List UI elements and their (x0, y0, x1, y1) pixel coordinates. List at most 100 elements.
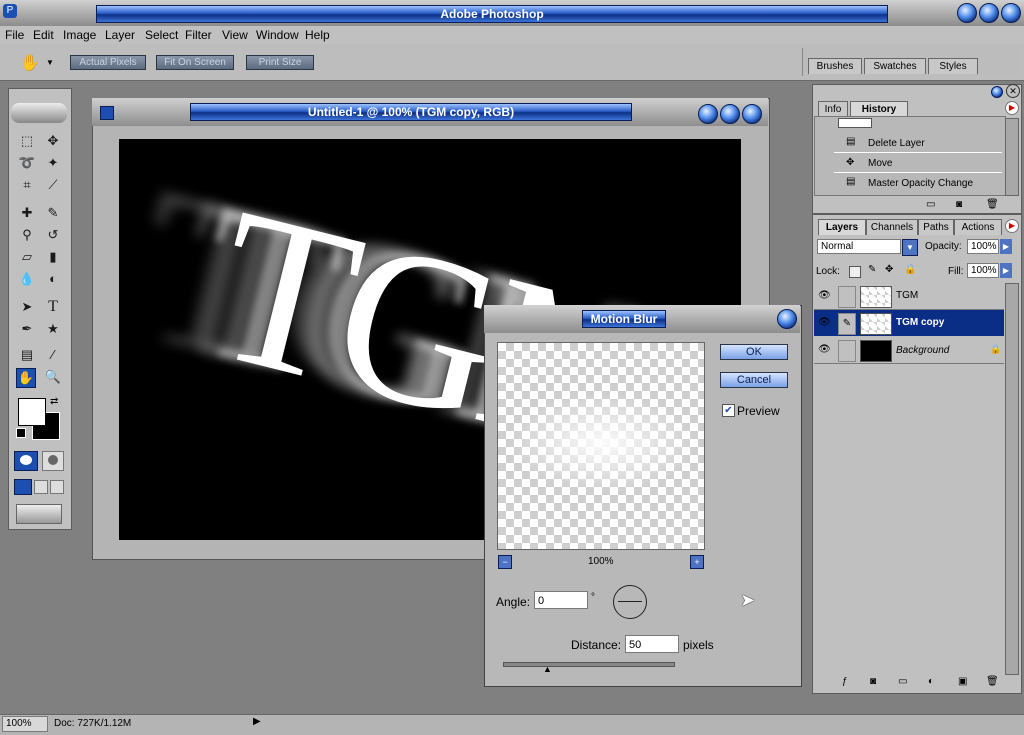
type-tool-icon[interactable]: T (44, 298, 62, 316)
menu-filter[interactable]: Filter (185, 28, 212, 42)
blur-tool-icon[interactable]: 💧 (18, 270, 36, 288)
dialog-close-icon[interactable] (777, 309, 797, 329)
add-mask-icon[interactable]: ◙ (870, 676, 876, 687)
layer-link-box[interactable] (838, 340, 856, 362)
dialog-preview-area[interactable] (497, 342, 705, 550)
path-selection-tool-icon[interactable]: ➤ (18, 298, 36, 316)
hand-tool-selected-icon[interactable]: ✋ (16, 368, 36, 388)
brush-tool-icon[interactable]: ✎ (44, 204, 62, 222)
paintbrush-icon[interactable]: ✎ (838, 313, 856, 335)
angle-input[interactable]: 0 (534, 591, 588, 609)
zoom-tool-icon[interactable]: 🔍 (44, 368, 62, 386)
layer-style-icon[interactable]: ƒ (842, 676, 848, 687)
history-menu-arrow-icon[interactable]: ▶ (1005, 101, 1019, 115)
new-snapshot-icon[interactable]: ◙ (956, 199, 962, 210)
slice-tool-icon[interactable]: ⟋ (44, 176, 62, 194)
tab-channels[interactable]: Channels (866, 219, 918, 235)
history-palette-close-icon[interactable]: ✕ (1006, 84, 1020, 98)
actual-pixels-button[interactable]: Actual Pixels (70, 55, 146, 70)
gradient-tool-icon[interactable]: ▮ (44, 248, 62, 266)
custom-shape-tool-icon[interactable]: ★ (44, 320, 62, 338)
adjustment-layer-icon[interactable]: ◐ (928, 676, 934, 687)
eye-icon[interactable]: 👁 (818, 344, 831, 355)
menu-layer[interactable]: Layer (105, 28, 135, 42)
jump-to-imageready-icon[interactable] (16, 504, 62, 524)
screen-mode-standard-icon[interactable] (14, 479, 32, 495)
menu-window[interactable]: Window (256, 28, 299, 42)
menu-help[interactable]: Help (305, 28, 330, 42)
swap-colors-icon[interactable]: ⇄ (50, 396, 58, 407)
document-minimize-icon[interactable] (698, 104, 718, 124)
fit-on-screen-button[interactable]: Fit On Screen (156, 55, 234, 70)
fill-arrow-icon[interactable]: ▶ (1000, 263, 1012, 278)
new-document-from-state-icon[interactable]: ▭ (926, 199, 935, 210)
pen-tool-icon[interactable]: ✒ (18, 320, 36, 338)
new-layer-icon[interactable]: ▣ (958, 676, 967, 687)
palette-well-tab-styles[interactable]: Styles (928, 58, 978, 74)
cancel-button[interactable]: Cancel (720, 372, 788, 388)
crop-tool-icon[interactable]: ⌗ (18, 176, 36, 194)
document-close-icon[interactable] (742, 104, 762, 124)
eye-icon[interactable]: 👁 (818, 290, 831, 301)
lasso-tool-icon[interactable]: ➰ (18, 154, 36, 172)
history-brush-tool-icon[interactable]: ↺ (44, 226, 62, 244)
close-icon[interactable] (1001, 3, 1021, 23)
opacity-field[interactable]: 100% (967, 239, 999, 254)
screen-mode-full-icon[interactable] (50, 480, 64, 494)
eraser-tool-icon[interactable]: ▱ (18, 248, 36, 266)
menu-select[interactable]: Select (145, 28, 178, 42)
ok-button[interactable]: OK (720, 344, 788, 360)
print-size-button[interactable]: Print Size (246, 55, 314, 70)
new-layer-set-icon[interactable]: ▭ (898, 676, 907, 687)
lock-image-icon[interactable]: ✎ (868, 264, 876, 275)
layers-menu-arrow-icon[interactable]: ▶ (1005, 219, 1019, 233)
photoshop-app-icon[interactable]: P (3, 4, 17, 18)
history-item-move[interactable] (834, 154, 1002, 173)
lock-position-icon[interactable]: ✥ (885, 264, 893, 275)
magic-wand-tool-icon[interactable]: ✦ (44, 154, 62, 172)
palette-well-tab-swatches[interactable]: Swatches (864, 58, 926, 74)
default-colors-icon[interactable] (16, 428, 26, 438)
fill-field[interactable]: 100% (967, 263, 999, 278)
standard-mode-icon[interactable] (14, 451, 38, 471)
maximize-icon[interactable] (979, 3, 999, 23)
tab-actions[interactable]: Actions (954, 219, 1002, 235)
delete-layer-icon[interactable]: 🗑 (986, 676, 999, 687)
history-trash-icon[interactable]: 🗑 (986, 199, 999, 210)
status-zoom-field[interactable]: 100% (2, 716, 48, 732)
hand-tool-icon[interactable]: ✋ (20, 53, 40, 73)
zoom-out-icon[interactable]: − (498, 555, 512, 569)
minimize-icon[interactable] (957, 3, 977, 23)
history-palette-minimize-icon[interactable] (991, 86, 1003, 98)
lock-transparency-icon[interactable] (849, 266, 861, 278)
layer-link-box[interactable] (838, 286, 856, 308)
opacity-arrow-icon[interactable]: ▶ (1000, 239, 1012, 254)
tab-paths[interactable]: Paths (918, 219, 954, 235)
distance-slider-track[interactable] (503, 662, 675, 667)
move-tool-icon[interactable]: ✥ (44, 132, 62, 150)
history-scrollbar[interactable] (1005, 118, 1019, 196)
tool-preset-dropdown-icon[interactable]: ▼ (46, 58, 54, 67)
zoom-in-icon[interactable]: + (690, 555, 704, 569)
marquee-tool-icon[interactable]: ⬚ (18, 132, 36, 150)
palette-well-tab-brushes[interactable]: Brushes (808, 58, 862, 74)
blend-mode-select[interactable]: Normal (817, 239, 901, 254)
eye-icon[interactable]: 👁 (818, 317, 831, 328)
foreground-color-swatch[interactable] (18, 398, 46, 426)
menu-edit[interactable]: Edit (33, 28, 54, 42)
history-snapshot-thumbnail[interactable] (838, 118, 872, 128)
layers-scrollbar[interactable] (1005, 283, 1019, 675)
notes-tool-icon[interactable]: ▤ (18, 346, 36, 364)
distance-slider-thumb[interactable]: ▲ (543, 664, 552, 674)
healing-brush-tool-icon[interactable]: ✚ (18, 204, 36, 222)
eyedropper-tool-icon[interactable]: ⁄ (44, 346, 62, 364)
screen-mode-full-menu-icon[interactable] (34, 480, 48, 494)
menu-view[interactable]: View (222, 28, 248, 42)
chevron-down-icon[interactable]: ▼ (902, 239, 918, 256)
dodge-tool-icon[interactable]: ◐ (44, 270, 62, 288)
lock-all-icon[interactable]: 🔒 (904, 264, 916, 275)
quick-mask-mode-icon[interactable] (42, 451, 64, 471)
tab-layers[interactable]: Layers (818, 219, 866, 235)
distance-input[interactable]: 50 (625, 635, 679, 653)
tab-info[interactable]: Info (818, 101, 848, 117)
